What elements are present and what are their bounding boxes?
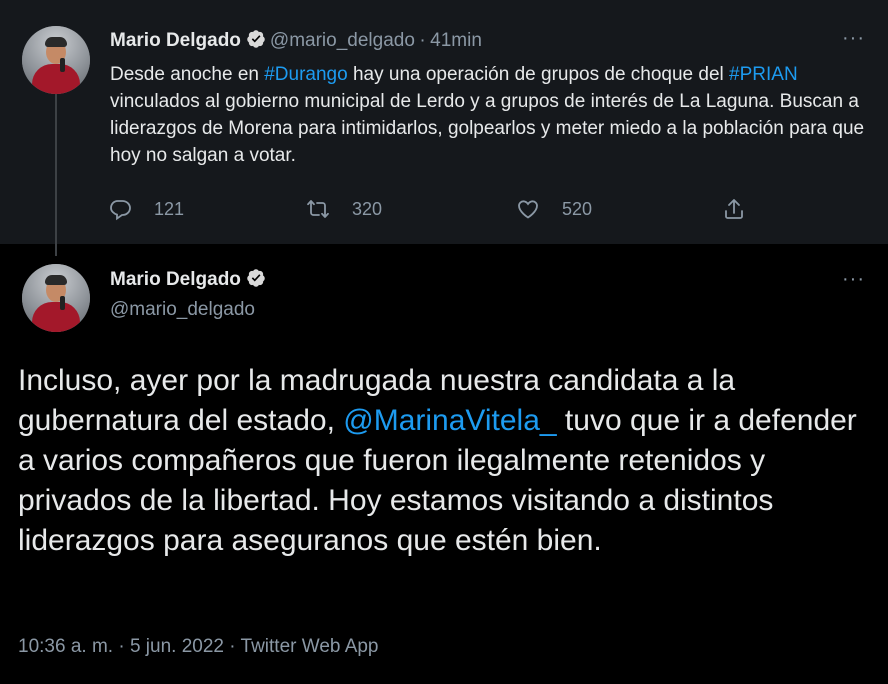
author-handle[interactable]: @mario_delgado: [110, 299, 255, 321]
tweet-thread: Mario Delgado @mario_delgado · 41min ··· …: [0, 0, 888, 684]
like-count: 520: [562, 198, 593, 219]
share-icon: [725, 199, 743, 219]
share-button[interactable]: [722, 197, 768, 221]
verified-badge-icon: [247, 269, 265, 287]
like-icon: [518, 200, 538, 219]
tweet-actions: 121 320 520: [108, 197, 748, 227]
text-segment: vinculados al gobierno municipal de Lerd…: [110, 91, 865, 166]
author-name[interactable]: Mario Delgado: [110, 269, 241, 290]
author-row: Mario Delgado: [110, 268, 270, 291]
author-handle[interactable]: @mario_delgado: [270, 30, 415, 51]
parent-tweet[interactable]: Mario Delgado @mario_delgado · 41min ··· …: [0, 0, 888, 244]
author-name[interactable]: Mario Delgado: [110, 30, 241, 51]
hashtag-link[interactable]: #Durango: [264, 64, 347, 85]
retweet-button[interactable]: 320: [306, 197, 382, 221]
retweet-icon: [307, 200, 329, 218]
avatar[interactable]: [22, 26, 90, 94]
thread-connector: [55, 94, 57, 256]
reply-icon: [110, 200, 131, 221]
avatar[interactable]: [22, 264, 90, 332]
more-icon[interactable]: ···: [842, 268, 865, 291]
tweet-text: Incluso, ayer por la madrugada nuestra c…: [18, 361, 868, 561]
tweet-meta[interactable]: 10:36 a. m. · 5 jun. 2022 · Twitter Web …: [18, 636, 379, 658]
text-segment: hay una operación de grupos de choque de…: [347, 64, 730, 85]
timestamp[interactable]: 41min: [430, 30, 482, 51]
retweet-count: 320: [352, 198, 383, 219]
reply-count: 121: [154, 198, 185, 219]
mention-link[interactable]: @MarinaVitela_: [343, 404, 556, 437]
more-icon[interactable]: ···: [842, 27, 865, 50]
tweet-header: Mario Delgado @mario_delgado · 41min: [110, 29, 482, 52]
reply-button[interactable]: 121: [108, 197, 184, 221]
separator: ·: [419, 30, 426, 51]
tweet-text: Desde anoche en #Durango hay una operaci…: [110, 61, 870, 169]
like-button[interactable]: 520: [516, 197, 592, 221]
verified-badge-icon: [247, 30, 265, 48]
text-segment: Desde anoche en: [110, 64, 265, 85]
hashtag-link[interactable]: #PRIAN: [729, 64, 798, 85]
